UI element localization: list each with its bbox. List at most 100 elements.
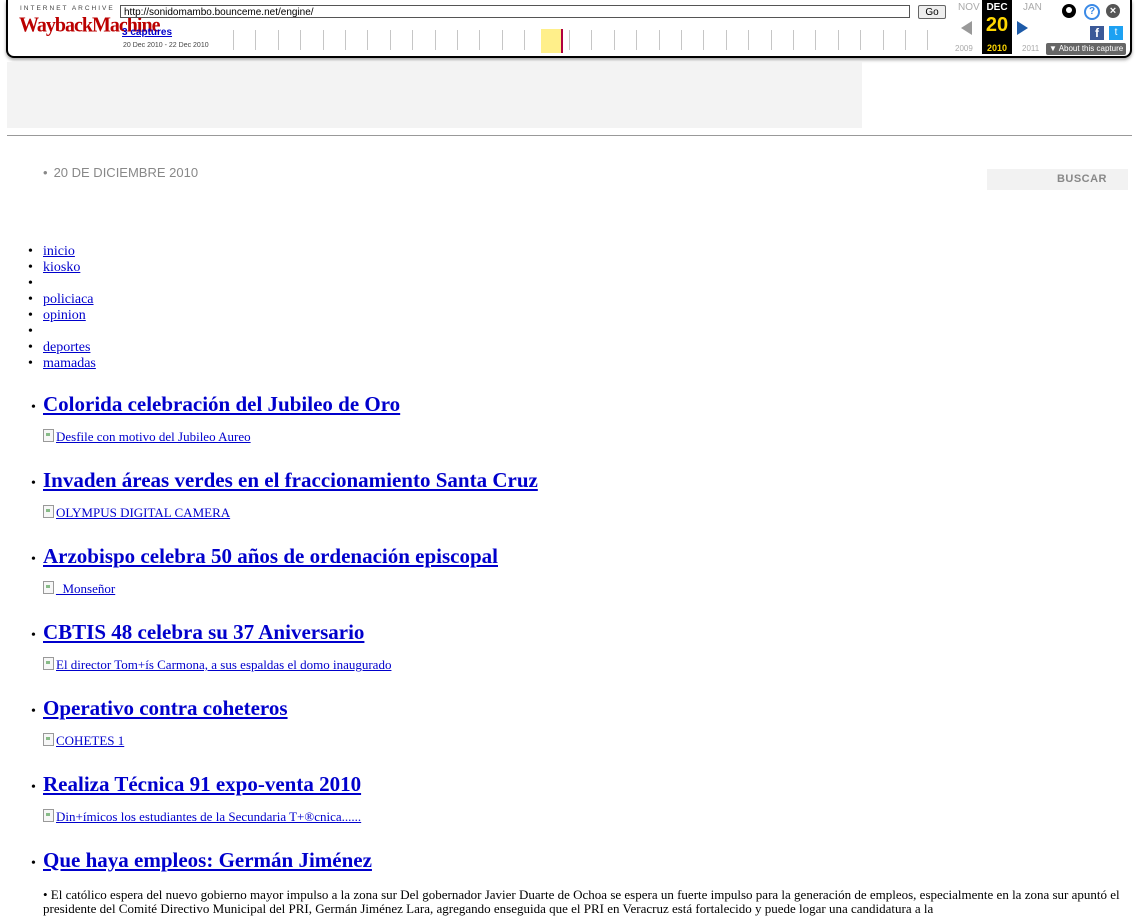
next-capture-arrow-icon[interactable] xyxy=(1017,21,1028,35)
sparkline-tick xyxy=(277,30,279,50)
header-divider xyxy=(7,135,1132,136)
search-button[interactable]: BUSCAR xyxy=(987,169,1128,190)
sparkline-tick xyxy=(927,30,929,50)
sparkline-tick xyxy=(479,30,481,50)
nav-link-opinion[interactable]: opinion xyxy=(43,308,86,323)
nav-link-deportes[interactable]: deportes xyxy=(43,340,90,355)
about-capture-button[interactable]: ▼ About this capture xyxy=(1046,43,1127,55)
current-day: 20 xyxy=(985,14,1009,36)
nav-link-policiaca[interactable]: policiaca xyxy=(43,292,94,307)
sparkline-tick xyxy=(255,30,257,50)
go-button[interactable]: Go xyxy=(918,5,946,19)
current-month-highlight xyxy=(541,29,563,53)
prev-year-label[interactable]: 2009 xyxy=(955,44,973,53)
post-image-link[interactable]: OLYMPUS DIGITAL CAMERA xyxy=(43,505,1132,521)
nav-item-inicio: inicio xyxy=(27,244,96,260)
sparkline-tick xyxy=(457,30,458,50)
twitter-icon[interactable]: t xyxy=(1109,26,1123,40)
post-title-link[interactable]: Operativo contra coheteros xyxy=(43,696,288,720)
nav-item-mamadas: mamadas xyxy=(27,356,96,372)
help-icon[interactable]: ? xyxy=(1084,4,1100,20)
facebook-icon[interactable]: f xyxy=(1090,26,1104,40)
wayback-logo-caption: INTERNET ARCHIVE xyxy=(20,5,115,12)
post-image-alt: Din+ímicos los estudiantes de la Secunda… xyxy=(56,809,362,824)
sparkline-tick xyxy=(412,30,414,50)
broken-image-icon xyxy=(43,809,54,822)
sparkline-tick xyxy=(658,30,660,50)
sparkline-tick xyxy=(591,30,593,50)
post-title-link[interactable]: Invaden áreas verdes en el fraccionamien… xyxy=(43,468,538,492)
sparkline-tick xyxy=(770,30,772,50)
nav-item-kiosko: kiosko xyxy=(27,260,96,276)
nav-item-policiaca: policiaca xyxy=(27,292,96,308)
nav-item-opinion: opinion xyxy=(27,308,96,324)
post-image-alt: El director Tom+ís Carmona, a sus espald… xyxy=(56,657,392,672)
sparkline-tick xyxy=(681,30,682,50)
captures-link[interactable]: 3 captures xyxy=(122,27,172,38)
page-date: 20 DE DICIEMBRE 2010 xyxy=(53,165,199,180)
sparkline-tick xyxy=(860,30,862,50)
broken-image-icon xyxy=(43,733,54,746)
sparkline-tick xyxy=(725,30,727,50)
sparkline-tick xyxy=(636,30,638,50)
sparkline-tick xyxy=(300,30,302,50)
sparkline-tick xyxy=(367,30,369,50)
nav-item-empty xyxy=(27,324,96,340)
post-title-link[interactable]: Arzobispo celebra 50 años de ordenación … xyxy=(43,544,498,568)
current-capture-date: DEC 20 2010 xyxy=(982,0,1012,54)
post-image-alt: COHETES 1 xyxy=(56,733,125,748)
post-item: Operativo contra coheteros COHETES 1 xyxy=(27,696,1132,772)
main-nav: inicio kiosko policiaca opinion deportes… xyxy=(27,244,96,372)
post-image-link[interactable]: COHETES 1 xyxy=(43,733,1132,749)
sparkline-tick xyxy=(345,30,346,50)
next-year-label[interactable]: 2011 xyxy=(1022,44,1039,53)
post-image-alt: OLYMPUS DIGITAL CAMERA xyxy=(56,505,231,520)
nav-link-inicio[interactable]: inicio xyxy=(43,244,75,259)
nav-link-kiosko[interactable]: kiosko xyxy=(43,260,80,275)
sparkline-tick xyxy=(815,30,817,50)
nav-item-empty xyxy=(27,276,96,292)
post-image-alt: _Monseñor xyxy=(56,581,116,596)
close-icon[interactable]: × xyxy=(1106,4,1120,18)
sparkline-tick xyxy=(501,30,503,50)
post-image-link[interactable]: Desfile con motivo del Jubileo Aureo xyxy=(43,429,1132,445)
broken-image-icon xyxy=(43,581,54,594)
post-item: Realiza Técnica 91 expo-venta 2010 Din+í… xyxy=(27,772,1132,848)
broken-image-icon xyxy=(43,505,54,518)
sparkline-tick xyxy=(524,30,526,50)
header-banner xyxy=(7,62,862,128)
capture-date-range: 20 Dec 2010 - 22 Dec 2010 xyxy=(123,42,209,49)
post-image-link[interactable]: El director Tom+ís Carmona, a sus espald… xyxy=(43,657,1132,673)
capture-sparkline[interactable] xyxy=(233,27,948,53)
prev-month-label[interactable]: NOV xyxy=(958,2,980,13)
sparkline-tick xyxy=(322,30,324,50)
current-month: DEC xyxy=(986,2,1008,13)
nav-link-mamadas[interactable]: mamadas xyxy=(43,356,96,371)
post-item: CBTIS 48 celebra su 37 Aniversario El di… xyxy=(27,620,1132,696)
post-title-link[interactable]: Realiza Técnica 91 expo-venta 2010 xyxy=(43,772,361,796)
broken-image-icon xyxy=(43,429,54,442)
sparkline-tick xyxy=(837,30,839,50)
capture-marker[interactable] xyxy=(561,29,563,53)
wayback-toolbar: INTERNET ARCHIVE WaybackMachine http://s… xyxy=(6,0,1132,58)
sparkline-tick xyxy=(703,30,705,50)
user-icon[interactable] xyxy=(1062,4,1076,18)
sparkline-tick xyxy=(569,30,570,50)
post-image-link[interactable]: _Monseñor xyxy=(43,581,1132,597)
post-title-link[interactable]: Colorida celebración del Jubileo de Oro xyxy=(43,392,400,416)
post-list: Colorida celebración del Jubileo de Oro … xyxy=(27,392,1132,924)
sparkline-tick xyxy=(389,30,391,50)
prev-capture-arrow-icon[interactable] xyxy=(961,21,972,35)
post-title-link[interactable]: CBTIS 48 celebra su 37 Aniversario xyxy=(43,620,364,644)
post-image-link[interactable]: Din+ímicos los estudiantes de la Secunda… xyxy=(43,809,1132,825)
sparkline-tick xyxy=(793,30,794,50)
post-item: Arzobispo celebra 50 años de ordenación … xyxy=(27,544,1132,620)
post-item: Colorida celebración del Jubileo de Oro … xyxy=(27,392,1132,468)
sparkline-tick xyxy=(613,30,615,50)
date-bullet: • xyxy=(43,165,48,180)
next-month-label[interactable]: JAN xyxy=(1023,2,1042,13)
post-title-link[interactable]: Que haya empleos: Germán Jiménez xyxy=(43,848,372,872)
post-item: Invaden áreas verdes en el fraccionamien… xyxy=(27,468,1132,544)
current-year: 2010 xyxy=(986,43,1008,53)
wayback-url-input[interactable]: http://sonidomambo.bounceme.net/engine/ xyxy=(120,5,910,18)
